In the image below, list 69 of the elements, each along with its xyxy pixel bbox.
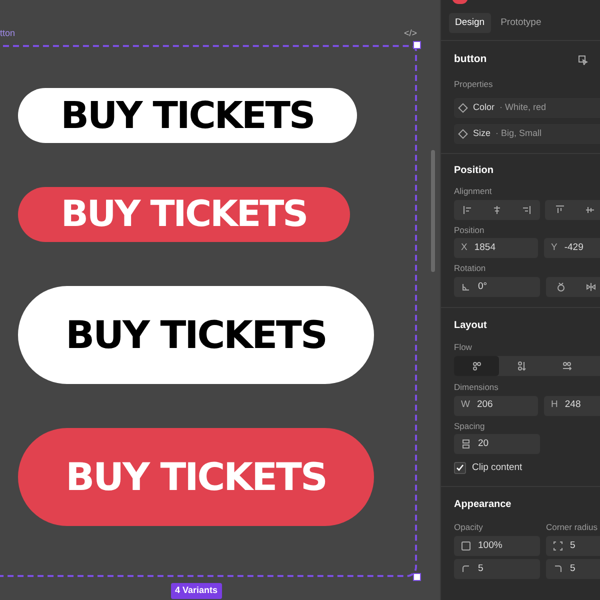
- horizontal-flow-icon: [562, 360, 572, 371]
- spacing-icon: [461, 439, 471, 450]
- tab[interactable]: Prototype: [494, 13, 548, 34]
- diamond-icon: [458, 128, 468, 139]
- field-label: Rotation: [454, 262, 487, 275]
- input-field[interactable]: W 206: [454, 396, 538, 416]
- field-prefix: X: [461, 241, 468, 256]
- field-label: Position: [454, 224, 486, 236]
- field-label: Alignment: [454, 184, 493, 198]
- variants-badge: 4 Variants: [171, 583, 222, 598]
- field-label: Spacing: [454, 420, 486, 432]
- field-label: Corner radius: [546, 520, 598, 534]
- input-field[interactable]: X 1854: [454, 238, 538, 258]
- align-left-icon: [463, 204, 474, 214]
- flip-icon: [586, 282, 596, 292]
- rotate-icon: [556, 282, 566, 292]
- section-title: Layout: [454, 319, 488, 333]
- top-right-corner-icon: [553, 564, 563, 574]
- alignment-group[interactable]: [545, 200, 600, 220]
- input-field[interactable]: 5: [454, 559, 540, 580]
- property-values: · Big, Small: [496, 127, 542, 140]
- resize-handle[interactable]: [413, 41, 421, 49]
- section-title: Position: [454, 164, 494, 178]
- input-field[interactable]: H 248: [544, 396, 600, 416]
- align-right-icon: [520, 204, 531, 214]
- top-left-corner-icon: [461, 564, 471, 574]
- corner-radius-icon: [553, 541, 563, 552]
- property-name: Color: [473, 101, 495, 114]
- input-field[interactable]: 5: [546, 536, 600, 556]
- property-name: Size: [473, 127, 491, 140]
- field-label: Flow: [454, 341, 473, 354]
- alignment-group[interactable]: [454, 200, 540, 220]
- property-values: · White, red: [500, 101, 546, 114]
- align-top-icon: [555, 204, 565, 214]
- tab[interactable]: Design: [449, 13, 491, 34]
- property-row[interactable]: Size · Big, Small: [454, 124, 600, 144]
- component-icon: [578, 55, 588, 66]
- align-center-icon: [492, 204, 502, 214]
- property-row[interactable]: Color · White, red: [454, 98, 600, 118]
- component-name: button: [454, 52, 487, 68]
- diamond-icon: [458, 102, 468, 113]
- resize-handle[interactable]: [413, 573, 421, 581]
- buy-tickets-button[interactable]: BUY TICKETS: [18, 88, 357, 143]
- opacity-icon: [461, 541, 471, 552]
- code-icon[interactable]: </>: [404, 27, 418, 40]
- wrap-flow-icon: [472, 360, 482, 371]
- section-title: Appearance: [454, 498, 512, 512]
- field-prefix: W: [461, 398, 470, 412]
- field-label: Properties: [454, 78, 494, 91]
- transform-group[interactable]: [546, 277, 600, 297]
- checkbox-label: Clip content: [472, 461, 522, 476]
- input-field[interactable]: 5: [546, 559, 600, 580]
- field-label: Opacity: [454, 520, 484, 534]
- field-prefix: H: [551, 398, 558, 412]
- input-field[interactable]: 100%: [454, 536, 540, 556]
- scrollbar[interactable]: [431, 150, 435, 272]
- input-field[interactable]: 20: [454, 434, 540, 454]
- vertical-flow-icon: [516, 360, 526, 371]
- input-field[interactable]: 0°: [454, 277, 540, 297]
- input-field[interactable]: Y -429: [544, 238, 600, 258]
- buy-tickets-button[interactable]: BUY TICKETS: [18, 428, 374, 526]
- align-middle-icon: [585, 204, 595, 214]
- buy-tickets-button[interactable]: BUY TICKETS: [18, 187, 350, 242]
- checkbox[interactable]: [454, 462, 466, 474]
- buy-tickets-button[interactable]: BUY TICKETS: [18, 286, 374, 384]
- flow-option[interactable]: [454, 356, 499, 376]
- field-label: Dimensions: [454, 380, 500, 394]
- field-prefix: Y: [551, 241, 558, 256]
- angle-icon: [461, 282, 471, 292]
